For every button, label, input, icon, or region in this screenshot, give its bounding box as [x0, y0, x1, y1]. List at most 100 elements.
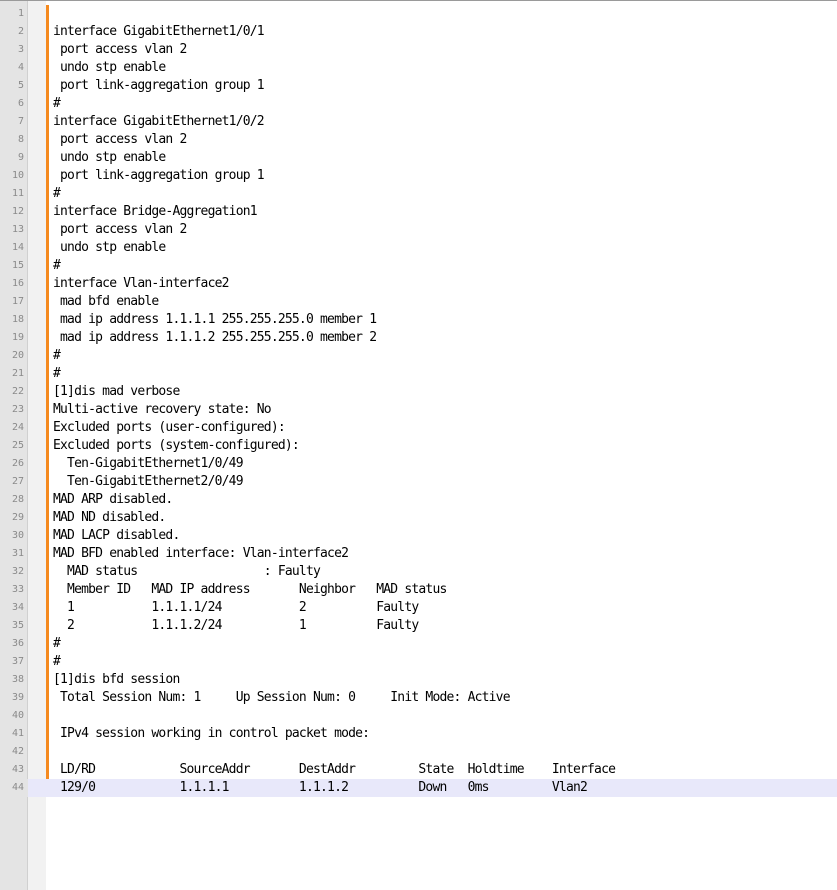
line-text: interface GigabitEthernet1/0/1 [53, 24, 265, 39]
line-text: [1]dis mad verbose [53, 384, 180, 399]
line-number: 42 [11, 746, 24, 757]
line-number: 26 [11, 458, 24, 469]
line-number: 2 [17, 26, 24, 37]
editor-line[interactable]: 36 # [0, 635, 837, 653]
line-number: 39 [11, 692, 24, 703]
editor-line[interactable]: 24 Excluded ports (user-configured): [0, 419, 837, 437]
line-number: 33 [11, 584, 24, 595]
editor-line[interactable]: 33 Member ID MAD IP address Neighbor MAD… [0, 581, 837, 599]
editor-line[interactable]: 43 LD/RD SourceAddr DestAddr State Holdt… [0, 761, 837, 779]
line-number: 27 [11, 476, 24, 487]
line-text: port access vlan 2 [53, 132, 187, 147]
line-text: MAD LACP disabled. [53, 528, 180, 543]
line-text: Ten-GigabitEthernet1/0/49 [53, 456, 243, 471]
line-text: mad ip address 1.1.1.2 255.255.255.0 mem… [53, 330, 377, 345]
line-text: interface Bridge-Aggregation1 [53, 204, 258, 219]
editor-line[interactable]: 2 interface GigabitEthernet1/0/1 [0, 23, 837, 41]
editor-line[interactable]: 20 # [0, 347, 837, 365]
editor-line[interactable]: 30 MAD LACP disabled. [0, 527, 837, 545]
editor-line[interactable]: 8 port access vlan 2 [0, 131, 837, 149]
line-number: 13 [11, 224, 24, 235]
line-number: 21 [11, 368, 24, 379]
editor-line[interactable]: 27 Ten-GigabitEthernet2/0/49 [0, 473, 837, 491]
editor-line[interactable]: 38 [1]dis bfd session [0, 671, 837, 689]
editor-line[interactable]: 4 undo stp enable [0, 59, 837, 77]
line-number: 41 [11, 728, 24, 739]
line-number: 10 [11, 170, 24, 181]
editor-line[interactable]: 28 MAD ARP disabled. [0, 491, 837, 509]
line-text: # [53, 258, 61, 273]
line-text: [1]dis bfd session [53, 672, 180, 687]
line-number: 30 [11, 530, 24, 541]
editor-line[interactable]: 35 2 1.1.1.2/24 1 Faulty [0, 617, 837, 635]
line-number: 24 [11, 422, 24, 433]
editor-line[interactable]: 29 MAD ND disabled. [0, 509, 837, 527]
line-number: 35 [11, 620, 24, 631]
editor-line[interactable]: 6 # [0, 95, 837, 113]
line-number: 43 [11, 764, 24, 775]
line-number: 1 [17, 8, 24, 19]
line-text: Member ID MAD IP address Neighbor MAD st… [53, 582, 447, 597]
editor-line[interactable]: 17 mad bfd enable [0, 293, 837, 311]
line-text: MAD ARP disabled. [53, 492, 173, 507]
editor-line[interactable]: 14 undo stp enable [0, 239, 837, 257]
line-number: 22 [11, 386, 24, 397]
line-number: 40 [11, 710, 24, 721]
editor-line[interactable]: 41 IPv4 session working in control packe… [0, 725, 837, 743]
editor-line[interactable]: 42 [0, 743, 837, 761]
editor-line[interactable]: 7 interface GigabitEthernet1/0/2 [0, 113, 837, 131]
editor-line[interactable]: 13 port access vlan 2 [0, 221, 837, 239]
editor-line[interactable]: 18 mad ip address 1.1.1.1 255.255.255.0 … [0, 311, 837, 329]
line-number: 44 [11, 782, 24, 793]
line-number: 15 [11, 260, 24, 271]
line-number: 5 [17, 80, 24, 91]
editor-line[interactable]: 31 MAD BFD enabled interface: Vlan-interf… [0, 545, 837, 563]
line-text: mad ip address 1.1.1.1 255.255.255.0 mem… [53, 312, 377, 327]
editor-line[interactable]: 16 interface Vlan-interface2 [0, 275, 837, 293]
line-text: port link-aggregation group 1 [53, 168, 265, 183]
line-number: 11 [11, 188, 24, 199]
editor-line[interactable]: 34 1 1.1.1.1/24 2 Faulty [0, 599, 837, 617]
line-text: MAD BFD enabled interface: Vlan-interfac… [53, 546, 349, 561]
line-text: Excluded ports (user-configured): [53, 420, 286, 435]
line-text: 129/0 1.1.1.1 1.1.1.2 Down 0ms Vlan2 [53, 780, 588, 795]
line-number: 20 [11, 350, 24, 361]
line-text: Excluded ports (system-configured): [53, 438, 300, 453]
editor-line[interactable]: 10 port link-aggregation group 1 [0, 167, 837, 185]
editor-lines[interactable]: 1 2 interface GigabitEthernet1/0/1 3 port a… [0, 5, 837, 797]
editor-line[interactable]: 40 [0, 707, 837, 725]
editor-line[interactable]: 5 port link-aggregation group 1 [0, 77, 837, 95]
line-number: 12 [11, 206, 24, 217]
editor-line[interactable]: 15 # [0, 257, 837, 275]
line-text: Multi-active recovery state: No [53, 402, 272, 417]
line-text: # [53, 348, 61, 363]
line-text: MAD status : Faulty [53, 564, 321, 579]
editor-line[interactable]: 26 Ten-GigabitEthernet1/0/49 [0, 455, 837, 473]
line-number: 32 [11, 566, 24, 577]
editor-line[interactable]: 44 129/0 1.1.1.1 1.1.1.2 Down 0ms Vlan2 [0, 779, 837, 797]
line-number: 19 [11, 332, 24, 343]
editor-line[interactable]: 32 MAD status : Faulty [0, 563, 837, 581]
line-text: interface Vlan-interface2 [53, 276, 229, 291]
editor-line[interactable]: 37 # [0, 653, 837, 671]
editor-line[interactable]: 1 [0, 5, 837, 23]
editor-line[interactable]: 39 Total Session Num: 1 Up Session Num: … [0, 689, 837, 707]
editor-line[interactable]: 3 port access vlan 2 [0, 41, 837, 59]
line-number: 38 [11, 674, 24, 685]
editor-line[interactable]: 12 interface Bridge-Aggregation1 [0, 203, 837, 221]
editor-line[interactable]: 22 [1]dis mad verbose [0, 383, 837, 401]
line-text: 2 1.1.1.2/24 1 Faulty [53, 618, 419, 633]
line-text: Ten-GigabitEthernet2/0/49 [53, 474, 243, 489]
line-text: undo stp enable [53, 150, 166, 165]
line-number: 16 [11, 278, 24, 289]
line-text: port link-aggregation group 1 [53, 78, 265, 93]
editor-line[interactable]: 19 mad ip address 1.1.1.2 255.255.255.0 … [0, 329, 837, 347]
editor-line[interactable]: 11 # [0, 185, 837, 203]
editor-line[interactable]: 23 Multi-active recovery state: No [0, 401, 837, 419]
editor-line[interactable]: 25 Excluded ports (system-configured): [0, 437, 837, 455]
line-number: 17 [11, 296, 24, 307]
editor-line[interactable]: 21 # [0, 365, 837, 383]
editor-line[interactable]: 9 undo stp enable [0, 149, 837, 167]
text-editor[interactable]: 1 2 interface GigabitEthernet1/0/1 3 port a… [0, 0, 837, 890]
line-number: 34 [11, 602, 24, 613]
